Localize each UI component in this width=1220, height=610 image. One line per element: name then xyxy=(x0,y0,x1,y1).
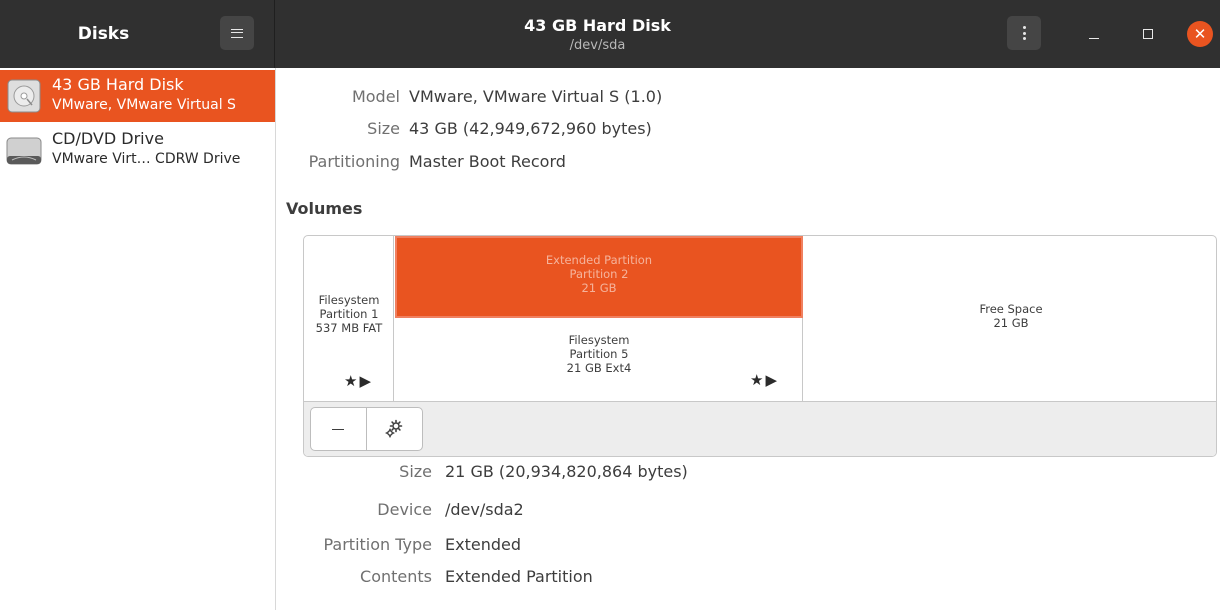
partition-options-button[interactable] xyxy=(367,408,423,450)
contents-value: Extended Partition xyxy=(445,567,593,586)
volume-extended-partition[interactable]: Extended Partition Partition 2 21 GB xyxy=(395,236,803,318)
close-button[interactable]: ✕ xyxy=(1187,21,1213,47)
kebab-icon xyxy=(1022,26,1026,40)
partition-type-label: Partition Type xyxy=(323,535,432,554)
drive-item-cd-dvd[interactable]: CD/DVD Drive VMware Virt… CDRW Drive xyxy=(0,124,275,176)
drive-description: VMware Virt… CDRW Drive xyxy=(52,151,241,167)
volume-type: Free Space xyxy=(979,302,1043,316)
volume-free-space[interactable]: Free Space 21 GB xyxy=(804,236,1216,401)
drive-options-button[interactable] xyxy=(1007,16,1041,50)
volume-partition-number: Partition 1 xyxy=(319,307,379,321)
maximize-icon xyxy=(1143,29,1153,39)
partitioning-label: Partitioning xyxy=(308,152,400,171)
mounted-star-play-icon: ★▶ xyxy=(344,372,373,390)
gears-icon xyxy=(385,419,403,438)
window-title: 43 GB Hard Disk xyxy=(524,16,671,35)
minus-icon xyxy=(332,428,345,430)
volume-type: Filesystem xyxy=(318,293,380,307)
delete-partition-button[interactable] xyxy=(311,408,367,450)
mounted-star-play-icon: ★▶ xyxy=(750,371,779,389)
volume-partition-1[interactable]: Filesystem Partition 1 537 MB FAT ★▶ xyxy=(304,236,394,401)
volume-size: 21 GB Ext4 xyxy=(566,361,632,375)
drive-description: VMware, VMware Virtual S xyxy=(52,97,236,113)
volume-size: 537 MB FAT xyxy=(315,321,383,335)
optical-drive-icon xyxy=(6,137,42,165)
volume-size-value: 21 GB (20,934,820,864 bytes) xyxy=(445,462,688,481)
volume-partition-5[interactable]: Filesystem Partition 5 21 GB Ext4 ★▶ xyxy=(395,318,803,401)
hard-disk-icon xyxy=(7,79,41,113)
volume-size-label: Size xyxy=(399,462,432,481)
volume-size: 21 GB xyxy=(993,316,1029,330)
contents-label: Contents xyxy=(360,567,432,586)
device-value: /dev/sda2 xyxy=(445,500,524,519)
device-label: Device xyxy=(377,500,432,519)
header-bar: Disks 43 GB Hard Disk /dev/sda ✕ xyxy=(0,0,1220,68)
drive-name: 43 GB Hard Disk xyxy=(52,75,184,94)
close-icon: ✕ xyxy=(1193,24,1207,43)
main-menu-button[interactable] xyxy=(220,16,254,50)
volume-type: Extended Partition xyxy=(545,253,653,267)
drive-list: 43 GB Hard Disk VMware, VMware Virtual S… xyxy=(0,68,276,610)
disk-details-panel: Model VMware, VMware Virtual S (1.0) Siz… xyxy=(276,68,1220,610)
volume-action-buttons xyxy=(310,407,423,451)
size-value: 43 GB (42,949,672,960 bytes) xyxy=(409,119,652,138)
minimize-button[interactable] xyxy=(1081,21,1107,47)
drive-item-hard-disk[interactable]: 43 GB Hard Disk VMware, VMware Virtual S xyxy=(0,70,275,122)
volume-partition-number: Partition 5 xyxy=(569,347,629,361)
model-label: Model xyxy=(351,87,400,106)
volume-size: 21 GB xyxy=(581,281,617,295)
volume-type: Filesystem xyxy=(568,333,630,347)
drive-name: CD/DVD Drive xyxy=(52,129,164,148)
partitioning-value: Master Boot Record xyxy=(409,152,566,171)
volumes-heading: Volumes xyxy=(286,199,363,218)
hamburger-icon xyxy=(231,28,243,38)
model-value: VMware, VMware Virtual S (1.0) xyxy=(409,87,663,106)
partition-type-value: Extended xyxy=(445,535,521,554)
volume-map: Filesystem Partition 1 537 MB FAT ★▶ Ext… xyxy=(303,235,1217,457)
volume-partition-number: Partition 2 xyxy=(569,267,629,281)
window-subtitle: /dev/sda xyxy=(569,38,626,53)
volume-toolbar xyxy=(304,401,1216,456)
minimize-icon xyxy=(1089,37,1099,39)
maximize-button[interactable] xyxy=(1135,21,1161,47)
sidebar-header: Disks xyxy=(0,0,275,68)
size-label: Size xyxy=(367,119,400,138)
